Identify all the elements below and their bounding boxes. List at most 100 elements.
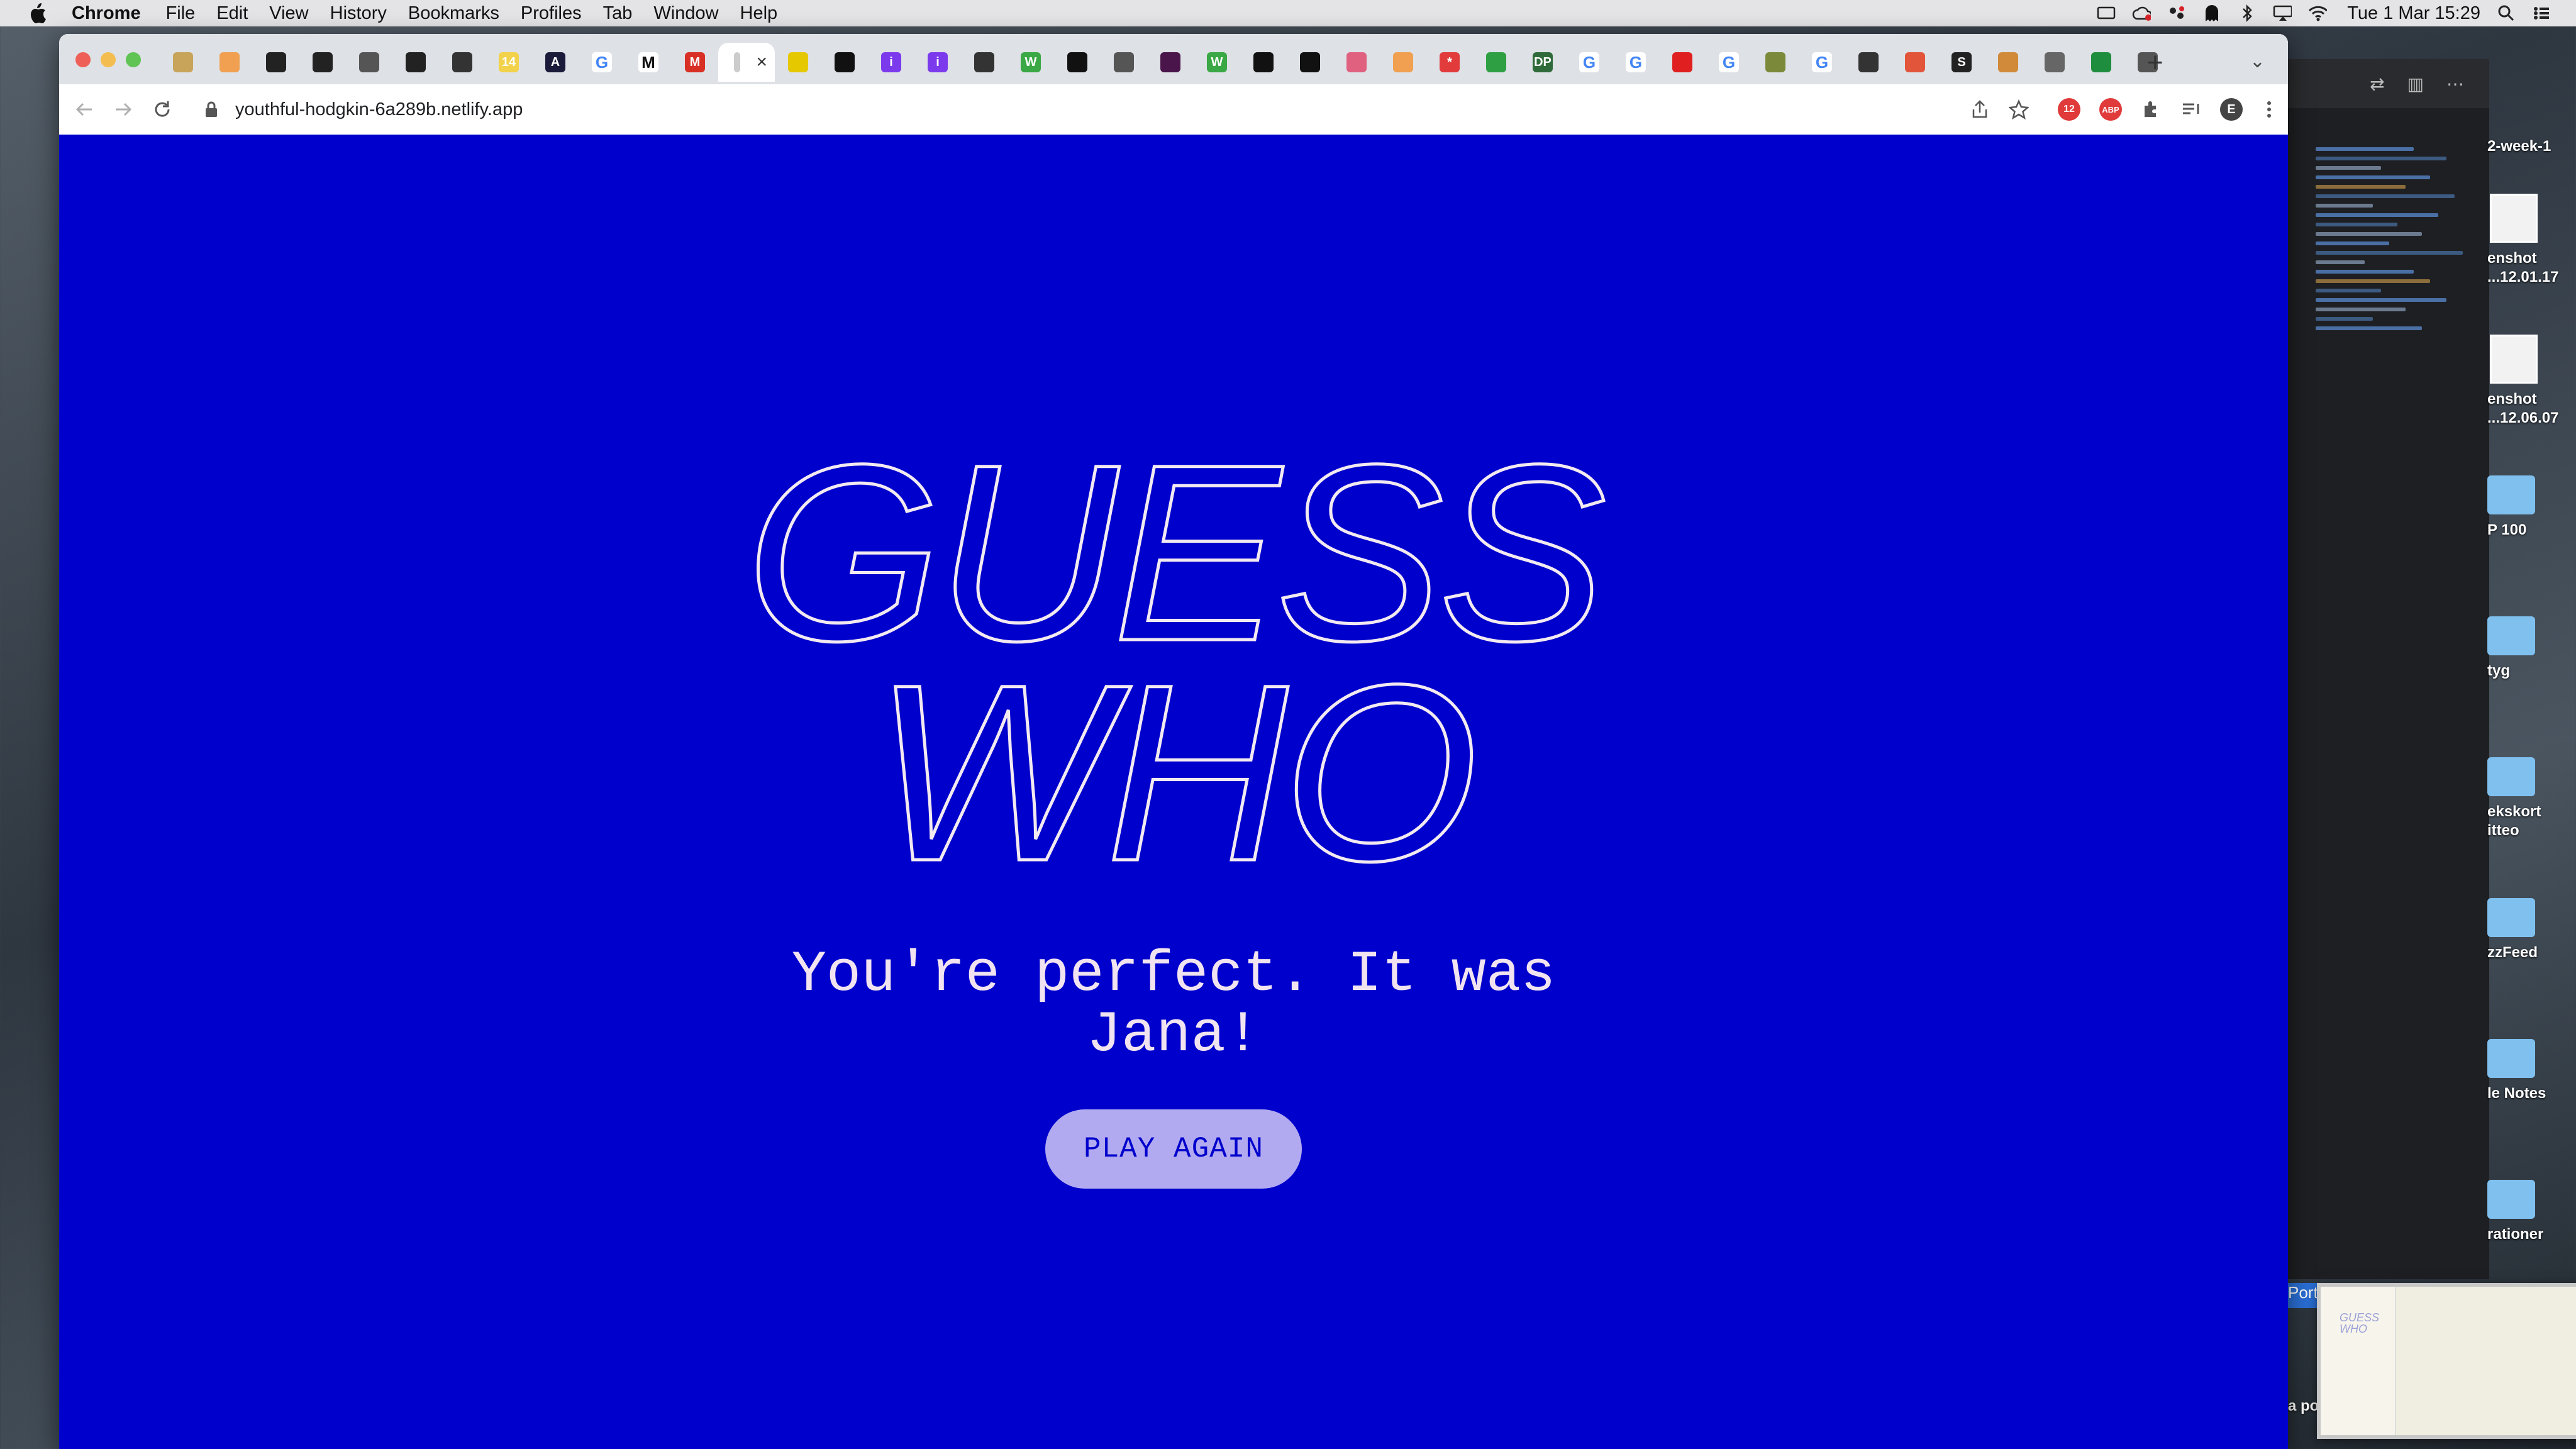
- tab[interactable]: W: [1008, 43, 1054, 82]
- ghost-icon[interactable]: [2202, 4, 2221, 23]
- desktop-item-screenshot[interactable]: enshot ...12.01.17: [2487, 194, 2576, 287]
- tab[interactable]: 14: [486, 43, 532, 82]
- tab-search-chevron-icon[interactable]: ⌄: [2250, 50, 2265, 72]
- back-button[interactable]: [72, 97, 97, 122]
- thumbnail-title-line: GUESS: [2340, 1311, 2380, 1324]
- tab[interactable]: [1473, 43, 1519, 82]
- tab[interactable]: [1240, 43, 1287, 82]
- tab[interactable]: S: [1938, 43, 1985, 82]
- tab[interactable]: [961, 43, 1008, 82]
- tab[interactable]: [1380, 43, 1426, 82]
- menu-edit[interactable]: Edit: [216, 3, 248, 24]
- desktop-item-folder[interactable]: tyg: [2487, 616, 2576, 680]
- bluetooth-icon[interactable]: [2238, 4, 2257, 23]
- reload-button[interactable]: [150, 97, 175, 122]
- display-icon[interactable]: [2097, 4, 2116, 23]
- menu-file[interactable]: File: [166, 3, 196, 24]
- code-editor-window[interactable]: ⇄ ▥ ⋯: [2288, 59, 2489, 1279]
- desktop-item-screenshot[interactable]: enshot ...12.06.07: [2487, 335, 2576, 428]
- menu-tab[interactable]: Tab: [603, 3, 633, 24]
- minimize-window-button[interactable]: [101, 52, 116, 67]
- play-again-button[interactable]: PLAY AGAIN: [1045, 1109, 1302, 1189]
- tab[interactable]: G: [1799, 43, 1845, 82]
- close-window-button[interactable]: [75, 52, 91, 67]
- tab[interactable]: [1985, 43, 2031, 82]
- airplay-icon[interactable]: [2273, 4, 2292, 23]
- menu-profiles[interactable]: Profiles: [521, 3, 582, 24]
- adblock-icon[interactable]: ABP: [2098, 97, 2123, 122]
- menu-help[interactable]: Help: [740, 3, 778, 24]
- tab[interactable]: [1054, 43, 1101, 82]
- tab[interactable]: G: [1613, 43, 1659, 82]
- desktop-item-folder[interactable]: rationer: [2487, 1180, 2576, 1244]
- tab[interactable]: [1287, 43, 1333, 82]
- chrome-menu-icon[interactable]: [2257, 97, 2282, 122]
- tab[interactable]: [346, 43, 392, 82]
- apple-icon[interactable]: [26, 2, 49, 25]
- tab[interactable]: G: [1706, 43, 1752, 82]
- profile-avatar[interactable]: E: [2219, 97, 2244, 122]
- tab[interactable]: *: [1426, 43, 1473, 82]
- desktop-item-folder[interactable]: P 100: [2487, 475, 2576, 540]
- tab[interactable]: [1147, 43, 1194, 82]
- tab[interactable]: G: [579, 43, 625, 82]
- address-bar[interactable]: youthful-hodgkin-6a289b.netlify.app: [204, 92, 1996, 127]
- tab[interactable]: [206, 43, 253, 82]
- tab[interactable]: [2031, 43, 2078, 82]
- extension-red-icon[interactable]: 12: [2057, 97, 2082, 122]
- creative-cloud-icon[interactable]: [2132, 4, 2151, 23]
- desktop-item-folder[interactable]: le Notes: [2487, 1039, 2576, 1103]
- tab[interactable]: M: [625, 43, 672, 82]
- close-tab-icon[interactable]: ×: [756, 52, 767, 73]
- bookmark-star-icon[interactable]: [2006, 97, 2031, 122]
- tab[interactable]: [299, 43, 346, 82]
- sync-icon[interactable]: [2167, 4, 2186, 23]
- screenshot-preview-thumbnail[interactable]: GUESS WHO: [2317, 1283, 2576, 1439]
- forward-button[interactable]: [111, 97, 136, 122]
- spotlight-search-icon[interactable]: [2497, 4, 2516, 23]
- desktop-item-folder[interactable]: 2-week-1: [2487, 68, 2576, 156]
- extensions-puzzle-icon[interactable]: [2138, 97, 2163, 122]
- control-center-icon[interactable]: [2532, 4, 2551, 23]
- tab[interactable]: [1892, 43, 1938, 82]
- menu-bookmarks[interactable]: Bookmarks: [408, 3, 499, 24]
- share-icon[interactable]: [1967, 97, 1992, 122]
- lock-icon[interactable]: [204, 101, 221, 118]
- compare-icon[interactable]: ⇄: [2370, 74, 2384, 94]
- tab[interactable]: i: [868, 43, 914, 82]
- maximize-window-button[interactable]: [126, 52, 141, 67]
- tab[interactable]: [775, 43, 821, 82]
- new-tab-button[interactable]: +: [2147, 49, 2163, 77]
- url-text[interactable]: youthful-hodgkin-6a289b.netlify.app: [235, 99, 523, 120]
- tab[interactable]: [160, 43, 206, 82]
- tab[interactable]: [1845, 43, 1892, 82]
- tab[interactable]: [1333, 43, 1380, 82]
- tab[interactable]: [253, 43, 299, 82]
- tab[interactable]: [1752, 43, 1799, 82]
- tab[interactable]: G: [1566, 43, 1613, 82]
- tab[interactable]: [2078, 43, 2124, 82]
- tab[interactable]: DP: [1519, 43, 1566, 82]
- tab[interactable]: M: [672, 43, 718, 82]
- background-window-edge[interactable]: Port: [2288, 1283, 2318, 1308]
- tab-active[interactable]: ×: [718, 43, 775, 82]
- menu-window[interactable]: Window: [653, 3, 718, 24]
- tab[interactable]: [1659, 43, 1706, 82]
- desktop-item-folder[interactable]: zzFeed: [2487, 898, 2576, 962]
- tab[interactable]: [392, 43, 439, 82]
- tab[interactable]: W: [1194, 43, 1240, 82]
- desktop-item-folder[interactable]: ekskort itteo: [2487, 757, 2576, 840]
- clock[interactable]: Tue 1 Mar 15:29: [2347, 3, 2480, 24]
- menu-history[interactable]: History: [330, 3, 387, 24]
- tab[interactable]: [439, 43, 486, 82]
- tab[interactable]: [821, 43, 868, 82]
- tab[interactable]: A: [532, 43, 579, 82]
- wifi-icon[interactable]: [2308, 4, 2328, 23]
- menu-app-name[interactable]: Chrome: [72, 3, 141, 24]
- menu-view[interactable]: View: [269, 3, 308, 24]
- tab[interactable]: [1101, 43, 1147, 82]
- split-editor-icon[interactable]: ▥: [2407, 74, 2424, 94]
- tab[interactable]: i: [914, 43, 961, 82]
- reading-list-icon[interactable]: [2179, 97, 2204, 122]
- more-icon[interactable]: ⋯: [2446, 74, 2464, 94]
